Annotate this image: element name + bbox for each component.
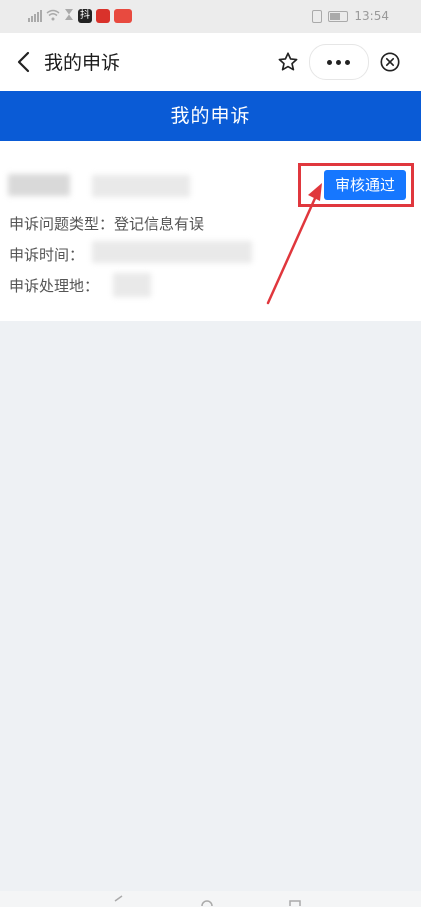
highlight-box (298, 163, 414, 207)
appeal-time-label: 申诉时间： (9, 246, 85, 264)
app-icon-red (96, 9, 110, 23)
system-nav-bar (0, 891, 421, 907)
appeal-type-label: 申诉问题类型： (9, 215, 115, 233)
app-icon-red-wide (114, 9, 132, 23)
more-icon[interactable] (309, 44, 369, 80)
mini-program-capsule (269, 44, 409, 80)
nav-home-icon[interactable] (200, 893, 214, 907)
redacted-id (92, 175, 190, 197)
status-right: 13:54 (312, 8, 389, 24)
status-time: 13:54 (354, 9, 389, 23)
appeal-time-row: 申诉时间： (9, 244, 84, 265)
star-icon[interactable] (269, 44, 307, 80)
hourglass-icon (64, 8, 74, 24)
appeal-place-label: 申诉处理地： (9, 277, 100, 295)
signal-icon (28, 10, 42, 22)
close-icon[interactable] (371, 44, 409, 80)
appeal-type-row: 申诉问题类型：登记信息有误 (9, 213, 204, 234)
nav-back-icon[interactable] (112, 893, 126, 907)
page-title: 我的申诉 (44, 52, 121, 74)
status-left: 抖 (28, 8, 132, 24)
redacted-time (92, 241, 252, 263)
wifi-icon (46, 9, 60, 24)
nav-bar: 我的申诉 (0, 33, 421, 91)
appeal-card[interactable]: 审核通过 申诉问题类型：登记信息有误 申诉时间： 申诉处理地： (0, 141, 421, 321)
nav-recents-icon[interactable] (288, 893, 302, 907)
vibrate-icon (312, 9, 323, 23)
redacted-place (113, 273, 151, 297)
back-icon[interactable] (6, 45, 40, 79)
appeal-type-value: 登记信息有误 (114, 215, 205, 233)
page: 抖 13:54 我的申诉 我的申诉 审核通过 申诉问题类型：登记信息有误 申诉时… (0, 0, 421, 907)
status-bar: 抖 13:54 (0, 0, 421, 33)
header-banner: 我的申诉 (0, 91, 421, 141)
appeal-place-row: 申诉处理地： (9, 275, 99, 296)
tiktok-app-icon: 抖 (78, 9, 92, 23)
redacted-name (8, 174, 70, 196)
battery-icon (328, 10, 349, 22)
